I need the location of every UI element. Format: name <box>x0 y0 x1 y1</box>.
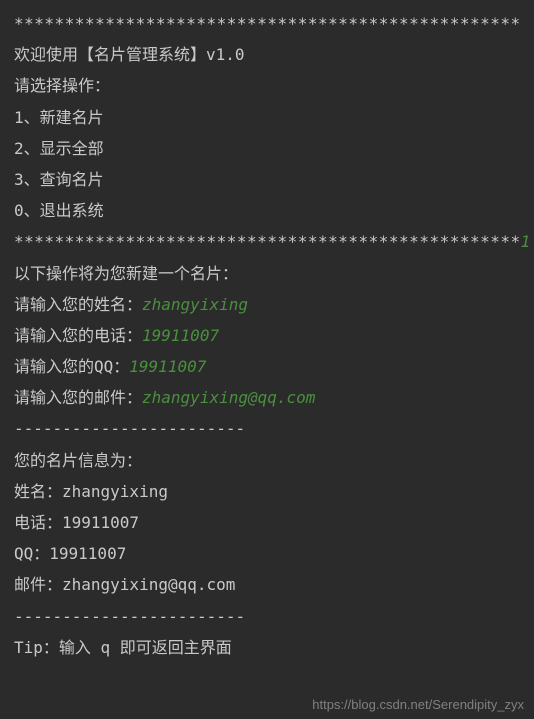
name-prompt-label: 请输入您的姓名： <box>14 295 142 314</box>
email-prompt-row: 请输入您的邮件：zhangyixing@qq.com <box>14 382 520 413</box>
dash-line-1: ------------------------ <box>14 413 520 444</box>
menu-item-2: 2、显示全部 <box>14 133 520 164</box>
separator-bottom-row: ****************************************… <box>14 226 520 257</box>
email-prompt-label: 请输入您的邮件： <box>14 388 142 407</box>
qq-prompt-label: 请输入您的QQ： <box>14 357 129 376</box>
create-intro: 以下操作将为您新建一个名片： <box>14 258 520 289</box>
watermark: https://blog.csdn.net/Serendipity_zyx <box>312 698 524 711</box>
welcome-title: 欢迎使用【名片管理系统】v1.0 <box>14 39 520 70</box>
card-info-header: 您的名片信息为： <box>14 445 520 476</box>
qq-input[interactable]: 19911007 <box>129 357 206 376</box>
menu-item-3: 3、查询名片 <box>14 164 520 195</box>
name-input[interactable]: zhangyixing <box>142 295 248 314</box>
prompt-select: 请选择操作： <box>14 70 520 101</box>
card-phone: 电话：19911007 <box>14 507 520 538</box>
menu-item-0: 0、退出系统 <box>14 195 520 226</box>
card-name: 姓名：zhangyixing <box>14 476 520 507</box>
card-qq: QQ：19911007 <box>14 538 520 569</box>
qq-prompt-row: 请输入您的QQ：19911007 <box>14 351 520 382</box>
menu-choice-input[interactable]: 1 <box>521 232 531 251</box>
separator-top: ****************************************… <box>14 8 520 39</box>
menu-item-1: 1、新建名片 <box>14 102 520 133</box>
card-email: 邮件：zhangyixing@qq.com <box>14 569 520 600</box>
tip-line: Tip：输入 q 即可返回主界面 <box>14 632 520 663</box>
phone-prompt-label: 请输入您的电话： <box>14 326 142 345</box>
separator-bottom: ****************************************… <box>14 232 521 251</box>
name-prompt-row: 请输入您的姓名：zhangyixing <box>14 289 520 320</box>
dash-line-2: ------------------------ <box>14 601 520 632</box>
email-input[interactable]: zhangyixing@qq.com <box>142 388 315 407</box>
phone-input[interactable]: 19911007 <box>142 326 219 345</box>
phone-prompt-row: 请输入您的电话：19911007 <box>14 320 520 351</box>
